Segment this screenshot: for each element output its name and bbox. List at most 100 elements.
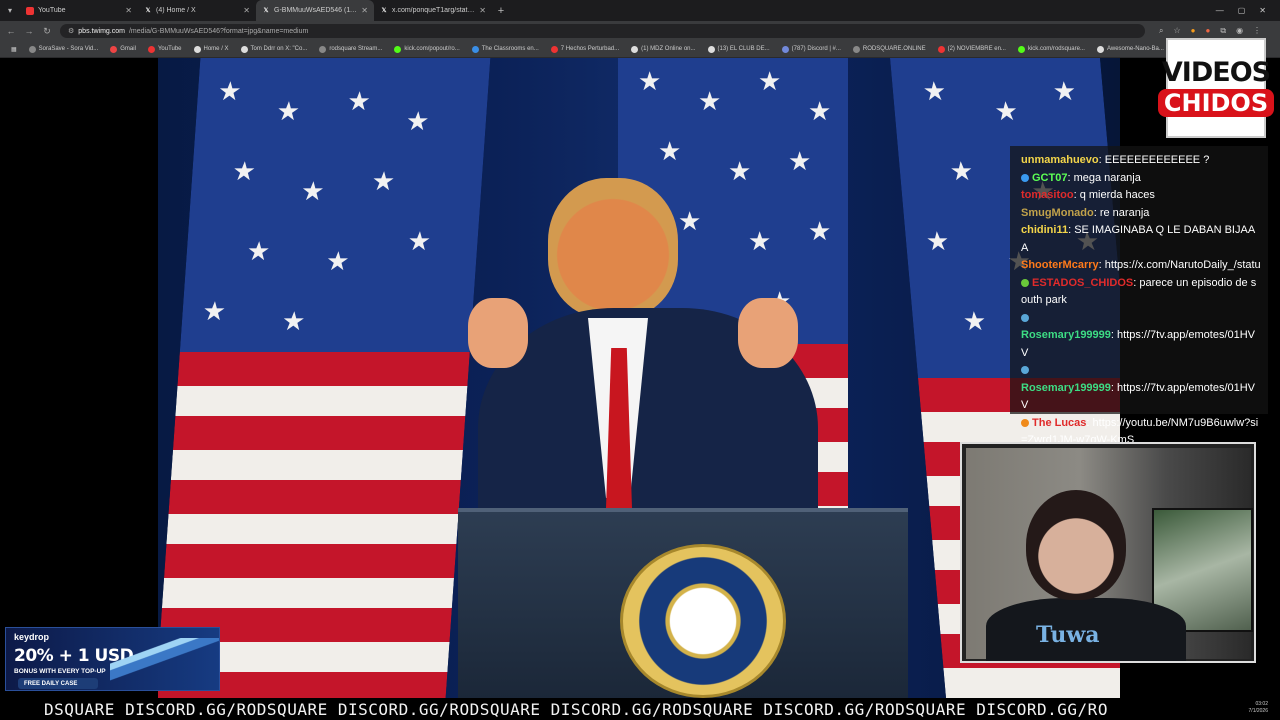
ad-cta: FREE DAILY CASE	[18, 678, 98, 689]
back-icon[interactable]: ←	[6, 26, 16, 36]
profile-avatar-icon[interactable]: ◉	[1236, 26, 1243, 36]
chat-badge-icon	[1021, 418, 1029, 427]
address-bar[interactable]: ⚙ pbs.twimg.com/media/G-BMMuuWsAED546?fo…	[60, 24, 1145, 38]
chat-badge-icon	[1021, 173, 1029, 182]
tab-strip: ▾ YouTube ✕ 𝕏 (4) Home / X ✕ 𝕏 G-BMMuuWs…	[0, 0, 1280, 21]
webcam-feed: Tuwa	[966, 448, 1253, 661]
tab-title: G-BMMuuWsAED546 (1100×7...	[274, 7, 358, 14]
bookmark[interactable]: (2) NOVIEMBRE en...	[932, 45, 1012, 53]
bookmark[interactable]: (1) MDZ Online on...	[625, 45, 701, 53]
keydrop-ad[interactable]: keydrop 20% + 1 USD BONUS WITH EVERY TOP…	[5, 627, 220, 691]
close-window-icon[interactable]: ✕	[1259, 6, 1266, 15]
site-info-icon[interactable]: ⚙	[68, 27, 74, 35]
menu-icon[interactable]: ⋮	[1253, 26, 1261, 36]
x-icon: 𝕏	[263, 8, 269, 14]
chat-message: chidini11: SE IMAGINABA Q LE DABAN BIJAA…	[1021, 224, 1256, 254]
chat-badge-icon	[1021, 278, 1029, 287]
bookmark[interactable]: Gmail	[104, 45, 142, 53]
rifle-graphic	[110, 638, 219, 682]
chat-text: EEEEEEEEEEEEE ?	[1104, 154, 1210, 166]
chat-text: q mierda haces	[1079, 189, 1155, 201]
extensions-puzzle-icon[interactable]: ⧉	[1220, 26, 1226, 36]
bookmark[interactable]: kick.com/rodsquare...	[1012, 45, 1091, 53]
chat-username[interactable]: GCT07	[1032, 172, 1067, 184]
bookmark[interactable]: Awesome-Nano-Ba...	[1091, 45, 1170, 53]
bookmark[interactable]: SoraSave - Sora Vid...	[23, 45, 105, 53]
chat-message: SmugMonado: re naranja	[1021, 206, 1150, 219]
presidential-seal	[620, 544, 786, 698]
close-icon[interactable]: ✕	[479, 6, 486, 15]
bookmark[interactable]: kick.com/popout/ro...	[388, 45, 465, 53]
chat-message: unmamahuevo: EEEEEEEEEEEEE ?	[1021, 154, 1210, 166]
chat-username[interactable]: Rosemary199999	[1021, 382, 1111, 394]
chat-overlay: unmamahuevo: EEEEEEEEEEEEE ? GCT07: mega …	[1010, 146, 1268, 446]
system-clock: 03:02 7/1/2026	[1249, 701, 1268, 715]
reload-icon[interactable]: ↻	[42, 26, 52, 37]
logo-line1: VIDEOS	[1161, 57, 1271, 88]
bookmark[interactable]: RODSQUARE.ONLINE	[847, 45, 932, 53]
chat-username[interactable]: ESTADOS_CHIDOS	[1032, 277, 1133, 289]
chat-username[interactable]: chidini11	[1021, 224, 1068, 236]
tab-title: x.com/ponqueT1arg/status/20...	[392, 7, 475, 14]
bookmarks-bar: ▦ SoraSave - Sora Vid... Gmail YouTube H…	[0, 41, 1280, 58]
chat-username[interactable]: tomasitoo	[1021, 189, 1074, 201]
chat-username[interactable]: Rosemary199999	[1021, 329, 1111, 341]
close-icon[interactable]: ✕	[361, 6, 368, 15]
chat-username[interactable]: The Lucas	[1032, 417, 1086, 429]
chat-text: https://x.com/NarutoDaily_/statu	[1104, 259, 1261, 271]
window-controls: — ▢ ✕	[1216, 6, 1280, 15]
logo-line2: CHIDOS	[1157, 89, 1275, 117]
tab-youtube[interactable]: YouTube ✕	[20, 0, 138, 21]
bookmark[interactable]: Tom Ddrr on X: "Co...	[235, 45, 314, 53]
x-icon: 𝕏	[381, 8, 387, 14]
close-icon[interactable]: ✕	[125, 6, 132, 15]
clock-time: 03:02	[1255, 701, 1268, 707]
clock-date: 7/1/2026	[1248, 708, 1268, 714]
discord-ticker: DSQUARE DISCORD.GG/RODSQUARE DISCORD.GG/…	[0, 698, 1280, 720]
bookmark[interactable]: (13) EL CLUB DE...	[702, 45, 776, 53]
apps-icon[interactable]: ▦	[5, 46, 23, 53]
tab-title: YouTube	[38, 7, 66, 14]
bookmark[interactable]: Home / X	[188, 45, 235, 53]
chat-badge-icon	[1021, 366, 1029, 375]
url-path: /media/G-BMMuuWsAED546?format=jpg&name=m…	[128, 27, 309, 35]
forward-icon[interactable]: →	[24, 26, 34, 36]
tab-status[interactable]: 𝕏 x.com/ponqueT1arg/status/20... ✕	[374, 0, 492, 21]
zoom-icon[interactable]: ⌕	[1159, 26, 1163, 36]
chat-message	[1021, 362, 1262, 380]
youtube-icon	[26, 6, 34, 15]
chat-username[interactable]: SmugMonado	[1021, 207, 1094, 219]
chat-badge-icon	[1021, 313, 1029, 322]
ad-subtext: BONUS WITH EVERY TOP-UP	[14, 668, 106, 675]
ad-brand: keydrop	[14, 632, 50, 642]
maximize-icon[interactable]: ▢	[1238, 6, 1246, 15]
chat-text: re naranja	[1099, 206, 1150, 219]
bookmark[interactable]: (787) Discord | #...	[776, 45, 847, 53]
bookmark-star-icon[interactable]: ☆	[1173, 26, 1180, 36]
minimize-icon[interactable]: —	[1216, 6, 1224, 15]
tab-search-icon[interactable]: ▾	[0, 0, 20, 21]
browser-toolbar: ← → ↻ ⚙ pbs.twimg.com/media/G-BMMuuWsAED…	[0, 21, 1280, 41]
url-host: pbs.twimg.com	[78, 27, 125, 35]
bookmark[interactable]: rodsquare Stream...	[313, 45, 388, 53]
chat-message: Rosemary199999: https://7tv.app/emotes/0…	[1021, 329, 1256, 359]
bookmark[interactable]: 7 Hechos Perturbad...	[545, 45, 625, 53]
extension-icon[interactable]: ●	[1191, 26, 1196, 36]
x-icon: 𝕏	[145, 8, 151, 14]
chat-username[interactable]: ShooterMcarry	[1021, 259, 1099, 271]
bookmark[interactable]: The Classrooms en...	[466, 45, 545, 53]
streamer-face	[1026, 490, 1126, 600]
extension-icon[interactable]: ●	[1206, 26, 1211, 36]
close-icon[interactable]: ✕	[243, 6, 250, 15]
screen: ▾ YouTube ✕ 𝕏 (4) Home / X ✕ 𝕏 G-BMMuuWs…	[0, 0, 1280, 720]
chat-username[interactable]: unmamahuevo	[1021, 154, 1099, 166]
new-tab-button[interactable]: +	[492, 5, 510, 17]
tab-home-x[interactable]: 𝕏 (4) Home / X ✕	[138, 0, 256, 21]
chat-message: ShooterMcarry: https://x.com/NarutoDaily…	[1021, 259, 1261, 271]
shirt-text: Tuwa	[1036, 622, 1100, 648]
chat-text: mega naranja	[1073, 171, 1141, 184]
bookmark[interactable]: YouTube	[142, 45, 188, 53]
tab-image[interactable]: 𝕏 G-BMMuuWsAED546 (1100×7... ✕	[256, 0, 374, 21]
toolbar-icons: ⌕ ☆ ● ● ⧉ ◉ ⋮	[1159, 26, 1261, 36]
tab-title: (4) Home / X	[156, 7, 196, 14]
